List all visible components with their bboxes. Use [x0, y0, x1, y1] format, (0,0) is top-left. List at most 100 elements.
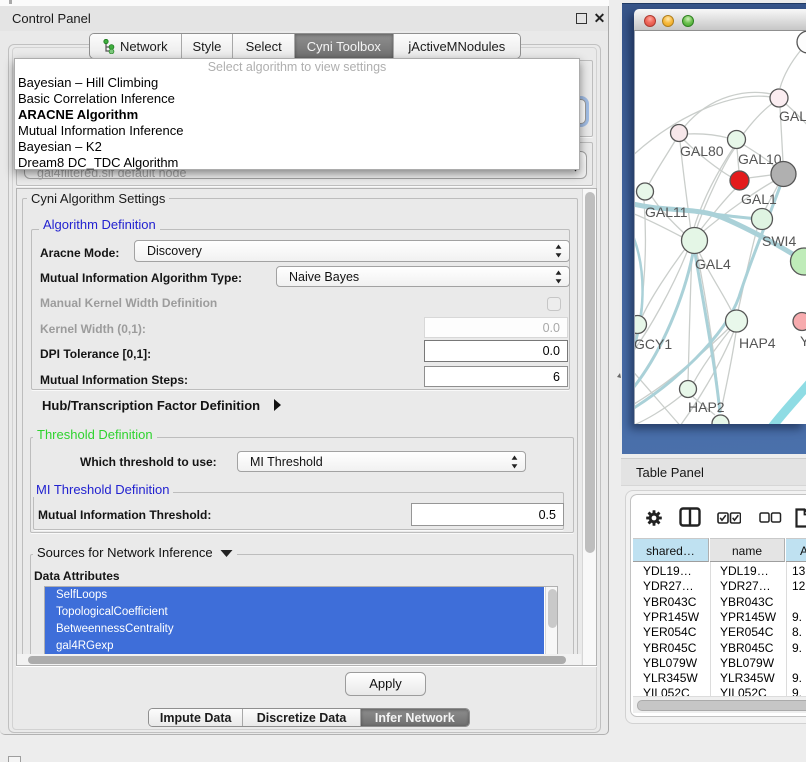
combo-arrows-icon	[555, 270, 562, 283]
algorithm-option[interactable]: Basic Correlation Inference	[15, 91, 579, 107]
table-cell[interactable]: YBR043C	[720, 595, 773, 610]
hub-definition-label[interactable]: Hub/Transcription Factor Definition	[42, 398, 260, 413]
network-node-gcy1[interactable]	[635, 316, 647, 334]
network-node[interactable]	[712, 415, 729, 424]
table-cell[interactable]: YIL052C	[720, 686, 767, 696]
attribute-item[interactable]: gal4RGexp	[45, 638, 544, 655]
network-node-gal80[interactable]	[671, 125, 688, 142]
table-cell[interactable]: 9.	[792, 671, 802, 686]
new-file-icon[interactable]	[795, 508, 806, 528]
table-cell[interactable]: 8.	[792, 625, 802, 640]
table-cell[interactable]: 13	[792, 564, 805, 579]
attribute-item[interactable]: SelfLoops	[45, 587, 544, 604]
mi-steps-field[interactable]: 6	[424, 366, 568, 387]
table-cell[interactable]: 9.	[792, 641, 802, 656]
float-window-icon[interactable]	[576, 13, 587, 24]
table-cell[interactable]: YBL079W	[643, 656, 697, 671]
network-node-gal10[interactable]	[728, 131, 746, 149]
table-cell[interactable]: YDR27…	[720, 579, 771, 594]
table-cell[interactable]: YER054C	[720, 625, 773, 640]
network-node-gal11[interactable]	[637, 183, 654, 200]
network-canvas[interactable]: GALGAL80GAL10GAL1GAL11SWI4GAL4GCY1HAP4YH…	[634, 31, 806, 424]
attribute-item[interactable]: TopologicalCoefficient	[45, 604, 544, 621]
network-node[interactable]	[797, 31, 806, 53]
deselect-all-icon[interactable]	[759, 512, 782, 523]
tab-style[interactable]: Style	[182, 34, 234, 58]
attribute-item[interactable]: BetweennessCentrality	[45, 621, 544, 638]
node-table[interactable]: shared…nameA YDL19… YDL19… 13 YDR27… YDR27… 12…	[633, 538, 806, 696]
zoom-traffic-light-icon[interactable]	[682, 15, 694, 27]
gear-icon[interactable]	[645, 509, 663, 527]
collapse-arrow-icon[interactable]	[220, 549, 233, 558]
settings-vscrollbar[interactable]	[582, 189, 596, 665]
algorithm-option[interactable]: ARACNE Algorithm	[15, 107, 579, 123]
network-node[interactable]	[771, 162, 796, 187]
mi-algorithm-type-combo[interactable]: Naive Bayes	[276, 266, 570, 287]
table-cell[interactable]: YLR345W	[643, 671, 698, 686]
table-cell[interactable]: 12	[792, 579, 805, 594]
table-panel-bar: Table Panel	[621, 458, 806, 486]
network-node-gal[interactable]	[770, 89, 788, 107]
table-cell[interactable]: 9.	[792, 686, 802, 696]
table-cell[interactable]: YDL19…	[643, 564, 692, 579]
table-cell[interactable]: YBR045C	[720, 641, 773, 656]
tab-discretize-data[interactable]: Discretize Data	[243, 709, 360, 726]
settings-hscrollbar[interactable]	[17, 654, 581, 665]
algorithm-option[interactable]: Bayesian – K2	[15, 139, 579, 155]
network-icon	[103, 39, 116, 54]
tab-network[interactable]: Network	[90, 34, 182, 58]
table-cell[interactable]: YBL079W	[720, 656, 774, 671]
algorithm-option[interactable]: Mutual Information Inference	[15, 123, 579, 139]
table-cell[interactable]: YLR345W	[720, 671, 775, 686]
columns-icon[interactable]	[679, 507, 701, 527]
network-graph: GALGAL80GAL10GAL1GAL11SWI4GAL4GCY1HAP4YH…	[635, 31, 806, 424]
network-node-swi4[interactable]	[752, 209, 773, 230]
network-node-gal1[interactable]	[730, 171, 749, 190]
table-cell[interactable]: YBR043C	[643, 595, 696, 610]
column-header-0[interactable]: shared…	[633, 538, 709, 562]
table-cell[interactable]: YPR145W	[720, 610, 776, 625]
tab-infer-network[interactable]: Infer Network	[361, 709, 469, 726]
tab-impute-data[interactable]: Impute Data	[149, 709, 243, 726]
table-cell[interactable]: YIL052C	[643, 686, 690, 696]
table-cell[interactable]: YPR145W	[643, 610, 699, 625]
close-icon[interactable]: ✕	[592, 9, 607, 27]
column-header-2[interactable]: A	[786, 538, 806, 562]
algorithm-option[interactable]: Bayesian – Hill Climbing	[15, 75, 579, 91]
control-panel-title: Control Panel	[12, 11, 91, 26]
table-cell[interactable]: 9.	[792, 610, 802, 625]
aracne-mode-label: Aracne Mode:	[40, 246, 119, 260]
bottom-left-grip-icon[interactable]	[8, 756, 21, 762]
table-cell[interactable]: YDR27…	[643, 579, 694, 594]
minimize-traffic-light-icon[interactable]	[662, 15, 674, 27]
kernel-width-field[interactable]: 0.0	[424, 317, 568, 338]
network-node-y[interactable]	[793, 313, 806, 331]
tab-select[interactable]: Select	[233, 34, 295, 58]
algorithm-option[interactable]: Dream8 DC_TDC Algorithm	[15, 155, 579, 171]
data-attributes-list[interactable]: SelfLoopsTopologicalCoefficientBetweenne…	[44, 586, 558, 655]
table-cell[interactable]: YER054C	[643, 625, 696, 640]
algorithm-definition-title: Algorithm Definition	[39, 218, 160, 232]
which-threshold-combo[interactable]: MI Threshold	[237, 451, 526, 472]
list-vscrollbar[interactable]	[545, 587, 557, 654]
network-node-gal4[interactable]	[682, 228, 708, 254]
dpi-tolerance-field[interactable]: 0.0	[424, 340, 568, 362]
apply-button[interactable]: Apply	[345, 672, 426, 696]
network-node-hap2[interactable]	[680, 381, 697, 398]
table-cell[interactable]: YDL19…	[720, 564, 769, 579]
node-label: GAL	[779, 108, 806, 124]
table-cell[interactable]: YBR045C	[643, 641, 696, 656]
manual-kernel-width-checkbox[interactable]	[547, 297, 561, 311]
mi-algorithm-type-label: Mutual Information Algorithm Type:	[40, 271, 242, 285]
expand-arrow-icon[interactable]	[273, 399, 282, 411]
tab-cyni-toolbox[interactable]: Cyni Toolbox	[295, 34, 394, 58]
mi-threshold-field[interactable]: 0.5	[411, 503, 564, 526]
aracne-mode-combo[interactable]: Discovery	[134, 240, 570, 262]
tab-jactivemnodules[interactable]: jActiveMNodules	[394, 34, 520, 58]
select-all-icon[interactable]	[717, 512, 741, 524]
column-header-1[interactable]: name	[710, 538, 785, 562]
network-node-hap4[interactable]	[726, 310, 748, 332]
table-hscrollbar[interactable]	[633, 696, 806, 713]
table-panel-title: Table Panel	[636, 465, 704, 480]
close-traffic-light-icon[interactable]	[644, 15, 656, 27]
